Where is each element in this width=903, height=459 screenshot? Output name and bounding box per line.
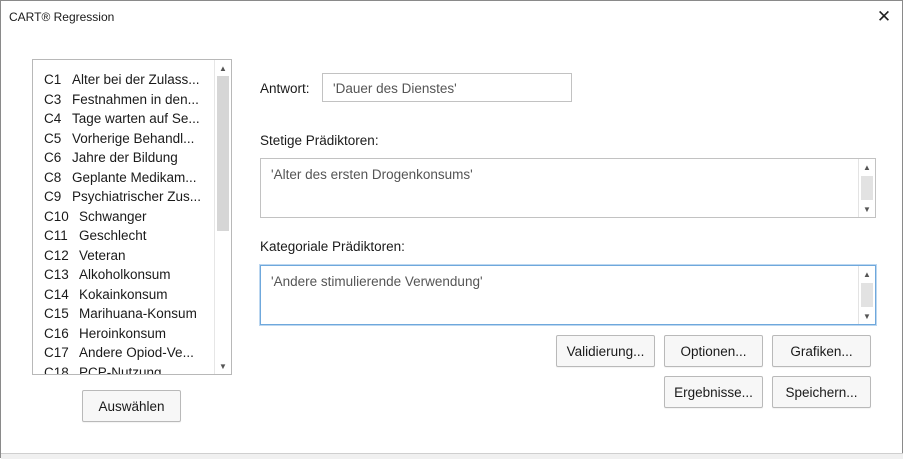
list-item[interactable]: C5 Vorherige Behandl...	[33, 129, 215, 149]
validation-button[interactable]: Validierung...	[556, 335, 655, 367]
variable-column-id: C6	[44, 150, 62, 165]
variable-column-id: C5	[44, 130, 62, 146]
variable-column-id: C11	[44, 228, 68, 243]
variable-column-id: C10	[44, 208, 69, 224]
variable-column-id: C8	[44, 169, 62, 185]
continuous-predictors-field[interactable]: 'Alter des ersten Drogenkonsums' ▲ ▼	[260, 158, 876, 218]
list-item[interactable]: C1 Alter bei der Zulass...	[33, 70, 215, 90]
list-item[interactable]: C11 Geschlecht	[33, 226, 215, 246]
list-item[interactable]: C4 Tage warten auf Se...	[33, 109, 215, 129]
variable-name: Alkoholkonsum	[79, 267, 171, 282]
response-field[interactable]: 'Dauer des Dienstes'	[322, 73, 572, 102]
dialog-bottom-edge	[1, 453, 903, 459]
scroll-track[interactable]	[861, 176, 873, 200]
continuous-predictors-value: 'Alter des ersten Drogenkonsums'	[271, 167, 473, 182]
list-item[interactable]: C13 Alkoholkonsum	[33, 265, 215, 285]
continuous-predictors-scrollbar[interactable]: ▲ ▼	[858, 159, 875, 217]
variable-name: Marihuana-Konsum	[79, 306, 197, 321]
variable-name: Geplante Medikam...	[72, 169, 197, 185]
variable-name: Schwanger	[79, 208, 147, 224]
variable-name: Kokainkonsum	[79, 286, 168, 302]
scroll-down-icon[interactable]: ▼	[859, 201, 875, 217]
variable-list-scrollbar[interactable]: ▲ ▼	[214, 60, 231, 374]
close-icon[interactable]: ✕	[873, 6, 895, 28]
categorical-predictors-label: Kategoriale Prädiktoren:	[260, 239, 405, 254]
variable-name: Tage warten auf Se...	[72, 111, 200, 126]
response-label: Antwort:	[260, 81, 310, 96]
categorical-predictors-field[interactable]: 'Andere stimulierende Verwendung' ▲ ▼	[260, 265, 876, 325]
list-item[interactable]: C8 Geplante Medikam...	[33, 168, 215, 188]
list-item[interactable]: C14 Kokainkonsum	[33, 285, 215, 305]
results-button[interactable]: Ergebnisse...	[664, 376, 763, 408]
list-item[interactable]: C6 Jahre der Bildung	[33, 148, 215, 168]
variable-column-id: C3	[44, 91, 62, 107]
variable-column-id: C18	[44, 364, 69, 375]
list-item[interactable]: C3 Festnahmen in den...	[33, 90, 215, 110]
scroll-up-icon[interactable]: ▲	[215, 60, 231, 76]
variable-list[interactable]: C1 Alter bei der Zulass... C3 Festnahmen in…	[32, 59, 232, 375]
variable-column-id: C12	[44, 247, 69, 263]
scroll-down-icon[interactable]: ▼	[215, 358, 231, 374]
variable-name: Jahre der Bildung	[72, 150, 178, 165]
continuous-predictors-label: Stetige Prädiktoren:	[260, 133, 379, 148]
variable-name: Veteran	[79, 247, 126, 263]
options-button[interactable]: Optionen...	[664, 335, 763, 367]
variable-name: PCP-Nutzung	[79, 364, 162, 375]
variable-column-id: C1	[44, 72, 62, 87]
list-item[interactable]: C10 Schwanger	[33, 207, 215, 227]
scroll-down-icon[interactable]: ▼	[859, 308, 875, 324]
variable-name: Alter bei der Zulass...	[72, 72, 200, 87]
scroll-up-icon[interactable]: ▲	[859, 266, 875, 282]
variable-name: Andere Opiod-Ve...	[79, 345, 194, 360]
variable-column-id: C15	[44, 306, 69, 321]
list-item[interactable]: C17 Andere Opiod-Ve...	[33, 343, 215, 363]
list-item[interactable]: C9 Psychiatrischer Zus...	[33, 187, 215, 207]
response-value: 'Dauer des Dienstes'	[333, 81, 457, 96]
scroll-track[interactable]	[217, 76, 229, 358]
variable-column-id: C14	[44, 286, 69, 302]
graphs-button[interactable]: Grafiken...	[772, 335, 871, 367]
cart-regression-dialog: CART® Regression ✕ C1 Alter bei der Zulas…	[0, 0, 903, 459]
storage-button[interactable]: Speichern...	[772, 376, 871, 408]
variable-name: Vorherige Behandl...	[72, 130, 195, 146]
scroll-thumb[interactable]	[217, 76, 229, 232]
categorical-predictors-scrollbar[interactable]: ▲ ▼	[858, 266, 875, 324]
variable-column-id: C13	[44, 267, 69, 282]
list-item[interactable]: C12 Veteran	[33, 246, 215, 266]
variable-name: Geschlecht	[79, 228, 147, 243]
variable-column-id: C4	[44, 111, 62, 126]
variable-name: Psychiatrischer Zus...	[72, 189, 202, 204]
dialog-title: CART® Regression	[9, 10, 115, 24]
variable-column-id: C16	[44, 325, 69, 341]
variable-name: Heroinkonsum	[79, 325, 167, 341]
variable-name: Festnahmen in den...	[72, 91, 199, 107]
categorical-predictors-value: 'Andere stimulierende Verwendung'	[271, 274, 483, 289]
variable-list-items: C1 Alter bei der Zulass... C3 Festnahmen in…	[33, 70, 215, 375]
scroll-up-icon[interactable]: ▲	[859, 159, 875, 175]
list-item[interactable]: C15 Marihuana-Konsum	[33, 304, 215, 324]
variable-column-id: C17	[44, 345, 69, 360]
scroll-track[interactable]	[861, 283, 873, 307]
variable-column-id: C9	[44, 189, 62, 204]
list-item[interactable]: C16 Heroinkonsum	[33, 324, 215, 344]
list-item[interactable]: C18 PCP-Nutzung	[33, 363, 215, 375]
select-button[interactable]: Auswählen	[82, 390, 181, 422]
